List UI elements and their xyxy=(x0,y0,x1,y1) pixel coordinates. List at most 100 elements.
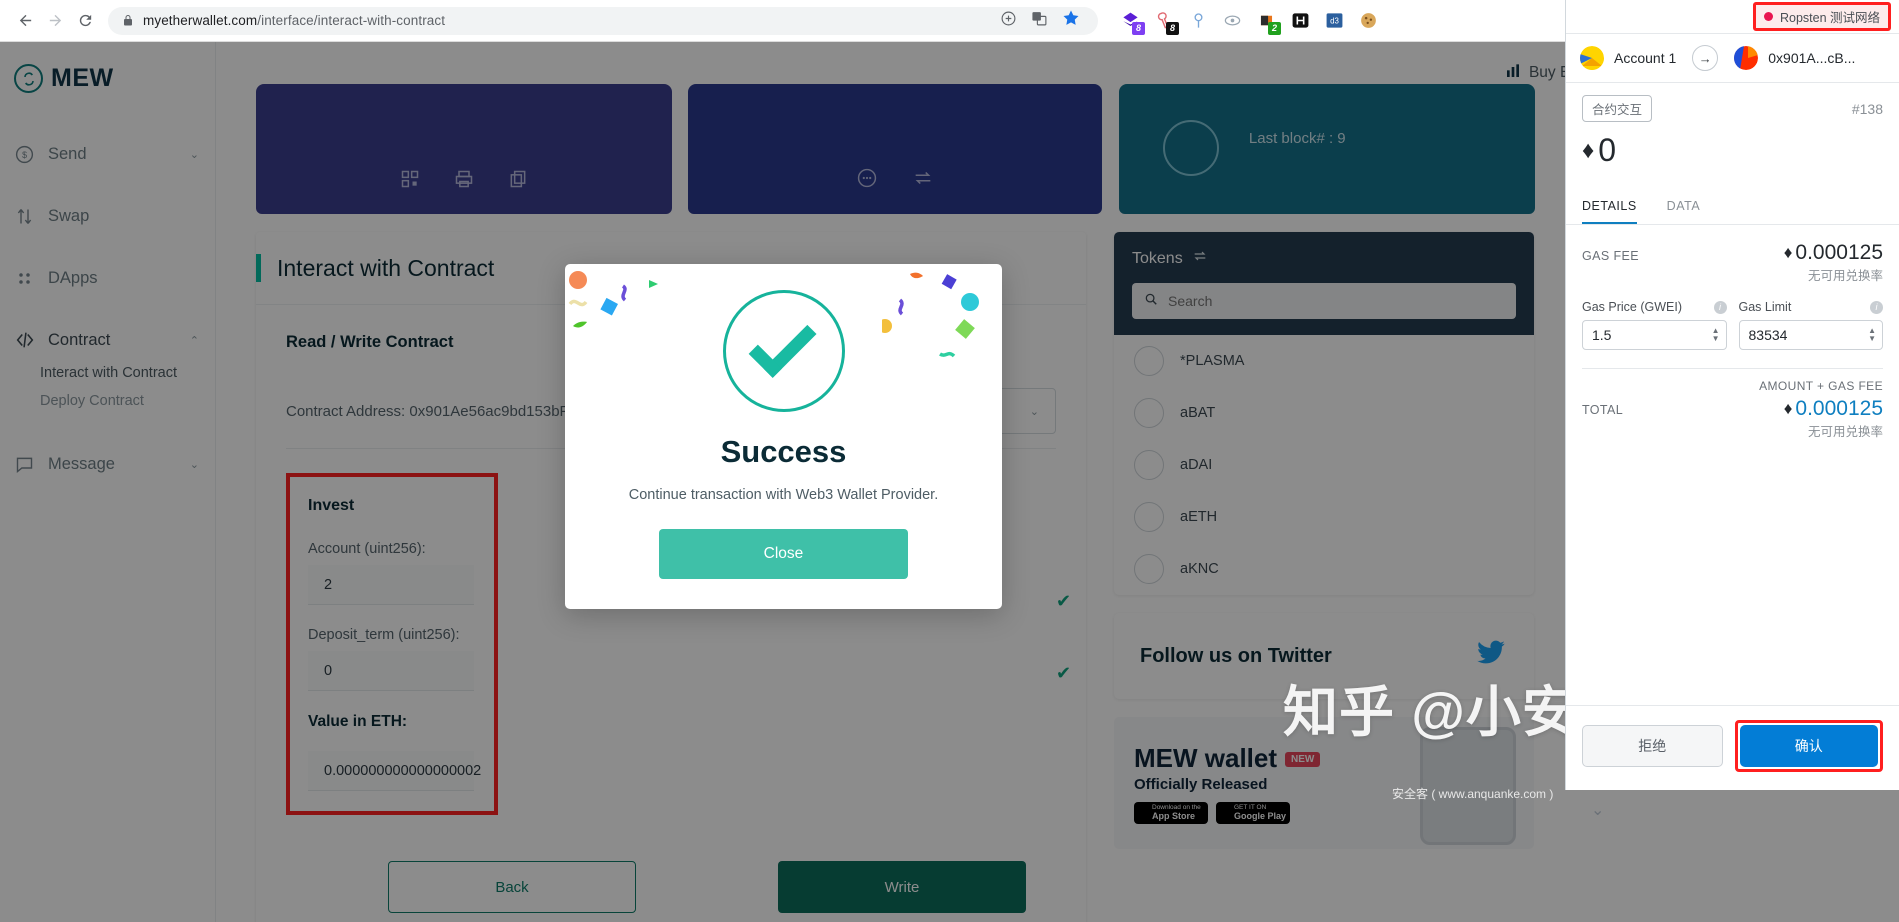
confirm-button[interactable]: 确认 xyxy=(1739,725,1878,767)
swap-arrows-icon[interactable] xyxy=(1192,248,1208,269)
clear-all-link[interactable]: Clear All xyxy=(286,913,1056,922)
success-check-icon xyxy=(722,290,845,412)
token-list-item[interactable]: aDAI xyxy=(1114,439,1534,491)
cookie-extension-icon[interactable] xyxy=(1358,11,1378,31)
sidebar-item-deploy-contract[interactable]: Deploy Contract xyxy=(40,387,215,415)
confirm-button-highlight: 确认 xyxy=(1734,720,1883,772)
db-extension-icon[interactable]: d3 xyxy=(1324,11,1344,31)
mew-logo-icon xyxy=(14,64,43,93)
token-search[interactable] xyxy=(1132,283,1516,319)
value-in-eth-input[interactable]: 0.000000000000000002 xyxy=(308,751,481,791)
dots-icon[interactable] xyxy=(856,167,878,194)
app-store-big: App Store xyxy=(1152,811,1196,821)
pin-extension-icon[interactable] xyxy=(1188,11,1208,31)
token-list-item[interactable]: *PLASMA xyxy=(1114,335,1534,387)
reject-button[interactable]: 拒绝 xyxy=(1582,725,1723,767)
google-play-badge[interactable]: GET IT ON Google Play xyxy=(1216,801,1290,824)
url-domain: myetherwallet.com xyxy=(143,13,258,28)
token-avatar xyxy=(1134,554,1164,584)
translate-icon[interactable] xyxy=(1031,10,1048,32)
from-account-name[interactable]: Account 1 xyxy=(1614,50,1676,66)
eth-glyph-icon: ♦ xyxy=(1582,136,1595,164)
token-list-item[interactable]: aETH xyxy=(1114,491,1534,543)
total-amount: ♦ 0.000125 xyxy=(1784,397,1883,421)
form-actions: Back Write xyxy=(286,815,1056,913)
twitter-label: Follow us on Twitter xyxy=(1140,644,1332,667)
lock-icon xyxy=(122,14,134,27)
to-account-address[interactable]: 0x901A...cB... xyxy=(1768,50,1855,66)
chevron-down-icon: ⌄ xyxy=(189,458,199,471)
watermark-subtext: 安全客 ( www.anquanke.com ) xyxy=(1392,787,1554,801)
token-list-item[interactable]: aBAT xyxy=(1114,387,1534,439)
metamask-actions: 拒绝 确认 xyxy=(1566,705,1899,790)
tab-data[interactable]: DATA xyxy=(1667,199,1700,224)
gas-limit-input[interactable]: 83534 ▲ ▼ xyxy=(1738,320,1883,350)
write-button[interactable]: Write xyxy=(778,861,1026,913)
gas-price-input[interactable]: 1.5 ▲ ▼ xyxy=(1582,320,1727,350)
chevron-down-icon[interactable]: ⌄ xyxy=(1591,800,1604,820)
sidebar-item-interact-with-contract[interactable]: Interact with Contract xyxy=(40,359,215,387)
h-extension-icon[interactable] xyxy=(1290,11,1310,31)
deposit-term-field-input[interactable]: 0 xyxy=(308,651,474,691)
metamask-extension-icon[interactable]: 8 xyxy=(1120,11,1145,35)
account-field-input[interactable]: 2 xyxy=(308,565,474,605)
sidebar-item-send[interactable]: $ Send ⌄ xyxy=(0,123,215,185)
address-card-actions xyxy=(256,169,672,194)
account-valid-check: ✔ xyxy=(1056,591,1071,612)
gas-price-stepper[interactable]: ▲ ▼ xyxy=(1712,327,1720,343)
token-search-input[interactable] xyxy=(1168,293,1504,309)
network-selector[interactable]: Ropsten 测试网络 xyxy=(1752,2,1891,31)
clip-extension-icon[interactable]: 8 xyxy=(1154,11,1179,35)
deposit-term-valid-check: ✔ xyxy=(1056,663,1071,684)
info-icon[interactable]: i xyxy=(1870,300,1883,314)
chevron-up-icon: ⌃ xyxy=(189,334,199,347)
qr-code-icon[interactable] xyxy=(400,169,420,194)
tab-details[interactable]: DETAILS xyxy=(1582,199,1637,224)
deposit-term-field-label: Deposit_term (uint256): xyxy=(308,627,460,643)
print-icon[interactable] xyxy=(454,169,474,194)
accent-bar xyxy=(256,254,261,282)
app-store-badge[interactable]: Download on the App Store xyxy=(1134,801,1208,824)
sidebar-item-dapps[interactable]: DApps xyxy=(0,247,215,309)
mew-logo[interactable]: MEW xyxy=(0,42,215,93)
sidebar-item-message[interactable]: Message ⌄ xyxy=(0,433,215,495)
token-avatar xyxy=(1134,502,1164,532)
gas-price-control: Gas Price (GWEI) i 1.5 ▲ ▼ xyxy=(1582,300,1727,350)
search-icon xyxy=(1144,292,1158,311)
right-column: Tokens *PLASMA xyxy=(1114,232,1534,849)
wallet-extension-icon[interactable]: 2 xyxy=(1256,11,1281,35)
copy-icon[interactable] xyxy=(508,169,528,194)
network-label: Ropsten 测试网络 xyxy=(1779,11,1880,25)
back-arrow-icon xyxy=(19,14,31,27)
metamask-tx-summary: 合约交互 #138 ♦ 0 xyxy=(1566,83,1899,169)
gas-limit-stepper[interactable]: ▲ ▼ xyxy=(1868,327,1876,343)
back-button[interactable] xyxy=(10,6,40,36)
url-path: /interface/interact-with-contract xyxy=(257,13,446,28)
sidebar-item-swap[interactable]: Swap xyxy=(0,185,215,247)
extension-toolbar: 8 8 2 d3 xyxy=(1106,11,1378,35)
contract-subnav: Interact with Contract Deploy Contract xyxy=(0,359,215,415)
svg-text:$: $ xyxy=(22,150,27,160)
address-bar[interactable]: myetherwallet.com/interface/interact-wit… xyxy=(108,6,1098,35)
swap-arrows-icon[interactable] xyxy=(912,167,934,194)
bookmark-star-icon[interactable] xyxy=(1062,9,1080,32)
token-list-item[interactable]: aKNC xyxy=(1114,543,1534,595)
transaction-nonce: #138 xyxy=(1851,100,1883,117)
token-name: aBAT xyxy=(1180,405,1216,421)
zoom-in-icon[interactable] xyxy=(1000,10,1017,32)
reload-button[interactable] xyxy=(70,6,100,36)
close-button[interactable]: Close xyxy=(659,529,908,579)
token-avatar xyxy=(1134,450,1164,480)
gas-fee-value: 0.000125 xyxy=(1795,241,1883,264)
forward-button[interactable] xyxy=(40,6,70,36)
sidebar-item-label: Send xyxy=(48,144,87,163)
back-button[interactable]: Back xyxy=(388,861,636,913)
info-icon[interactable]: i xyxy=(1713,300,1727,314)
eye-extension-icon[interactable] xyxy=(1222,11,1242,31)
gas-price-value: 1.5 xyxy=(1592,327,1612,343)
reload-icon xyxy=(79,14,91,27)
total-amount-value: 0.000125 xyxy=(1795,397,1883,420)
sidebar-item-label: Contract xyxy=(48,330,111,349)
gas-price-label: Gas Price (GWEI) xyxy=(1582,300,1683,314)
watermark-text: 知乎 @小安 xyxy=(1283,681,1578,743)
